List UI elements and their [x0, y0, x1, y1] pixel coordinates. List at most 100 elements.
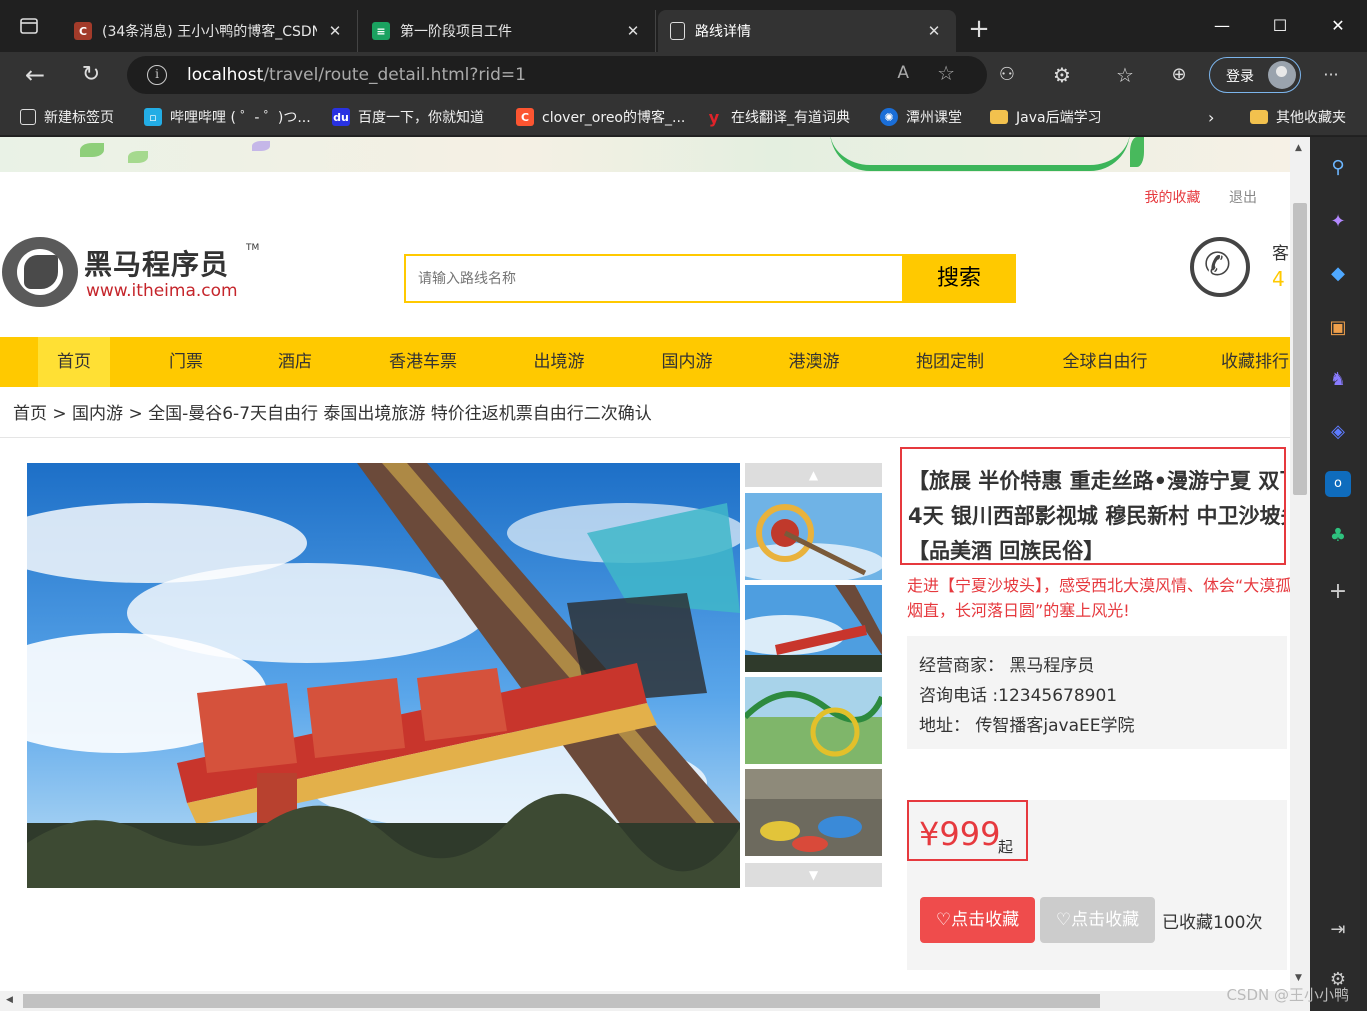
thumbnail-2[interactable]: [745, 585, 882, 672]
route-title: 【旅展 半价特惠 重走丝路•漫游宁夏 双飞4天 银川西部影视城 穆民新村 中卫沙…: [908, 469, 1286, 563]
nav-hk-macau[interactable]: 港澳游: [772, 337, 856, 387]
refresh-icon[interactable]: ↻: [76, 60, 106, 90]
tab-actions-icon[interactable]: [14, 14, 44, 44]
nav-hk-bus[interactable]: 香港车票: [378, 337, 468, 387]
address-bar[interactable]: i localhost/travel/route_detail.html?rid…: [127, 56, 987, 94]
new-tab-button[interactable]: +: [964, 14, 994, 44]
nav-hotel[interactable]: 酒店: [259, 337, 331, 387]
collections-icon[interactable]: ⊕: [1164, 60, 1194, 90]
vertical-scrollbar[interactable]: ▲ ▼: [1290, 137, 1310, 991]
seller-name: 经营商家： 黑马程序员: [919, 656, 1095, 676]
scroll-up-icon[interactable]: ▲: [1295, 143, 1302, 153]
tab-title: 路线详情: [695, 24, 751, 40]
my-favorites-link[interactable]: 我的收藏: [1145, 190, 1201, 206]
maximize-icon[interactable]: ☐: [1251, 0, 1309, 52]
tab-csdn[interactable]: C (34条消息) 王小小鸭的博客_CSDN博客 ✕: [62, 10, 358, 52]
close-icon[interactable]: ✕: [325, 22, 345, 40]
nav-tickets[interactable]: 门票: [150, 337, 222, 387]
banner-art: [830, 137, 1130, 171]
page-favicon-icon: [670, 22, 685, 40]
bookmark-other[interactable]: 其他收藏夹: [1250, 107, 1346, 127]
bookmark-label: 哔哩哔哩 ( ゜- ゜)つ...: [170, 110, 311, 126]
seller-address: 地址： 传智播客javaEE学院: [919, 716, 1135, 736]
more-menu-icon[interactable]: ···: [1316, 60, 1346, 90]
add-favorite-label: 点击收藏: [1071, 910, 1140, 930]
bilibili-icon: ▫: [144, 108, 162, 126]
tab-title: 第一阶段项目工件: [400, 24, 512, 40]
logout-link[interactable]: 退出: [1229, 190, 1257, 206]
nav-domestic[interactable]: 国内游: [645, 337, 729, 387]
outlook-icon[interactable]: o: [1325, 471, 1351, 497]
divider: [0, 437, 1290, 438]
close-icon[interactable]: ✕: [623, 22, 643, 40]
extensions-icon[interactable]: ⚙: [1047, 60, 1077, 90]
baidu-icon: du: [332, 108, 350, 126]
thumbnail-3[interactable]: [745, 677, 882, 764]
copilot-icon[interactable]: ✦: [1325, 209, 1351, 235]
thumbnail-1[interactable]: [745, 493, 882, 580]
nav-home[interactable]: 首页: [38, 337, 110, 387]
add-favorite-button-disabled[interactable]: ♡点击收藏: [1040, 897, 1155, 943]
add-favorite-icon[interactable]: ☆: [937, 61, 955, 85]
browser-tab-bar: C (34条消息) 王小小鸭的博客_CSDN博客 ✕ ≡ 第一阶段项目工件 ✕ …: [0, 0, 1367, 52]
search-input[interactable]: [406, 256, 902, 301]
games-icon[interactable]: ♞: [1325, 367, 1351, 393]
shopping-icon[interactable]: ◆: [1325, 261, 1351, 287]
horse-logo-icon: [2, 237, 78, 307]
bookmark-bilibili[interactable]: ▫ 哔哩哔哩 ( ゜- ゜)つ...: [144, 107, 311, 127]
add-favorite-button[interactable]: ♡点击收藏: [920, 897, 1035, 943]
read-aloud-icon[interactable]: A: [897, 63, 909, 83]
bookmark-java[interactable]: Java后端学习: [990, 107, 1102, 127]
main-nav: 首页 门票 酒店 香港车票 出境游 国内游 港澳游 抱团定制 全球自由行 收藏排…: [0, 337, 1290, 387]
nav-custom-group[interactable]: 抱团定制: [900, 337, 1000, 387]
search-icon[interactable]: ⚲: [1325, 155, 1351, 181]
tools-icon[interactable]: ▣: [1325, 315, 1351, 341]
search-button[interactable]: 搜索: [902, 254, 1016, 303]
drop-icon[interactable]: ♣: [1325, 523, 1351, 549]
price-box: ¥999 起: [907, 800, 1028, 861]
tanzhou-icon: ✺: [880, 108, 898, 126]
minimize-icon[interactable]: —: [1193, 0, 1251, 52]
favorites-icon[interactable]: ☆: [1110, 60, 1140, 90]
scroll-down-icon[interactable]: ▼: [1295, 973, 1302, 983]
tab-route-detail[interactable]: 路线详情 ✕: [658, 10, 956, 52]
thumb-up-button[interactable]: ▲: [745, 463, 882, 487]
nav-global-free[interactable]: 全球自由行: [1050, 337, 1160, 387]
nav-outbound[interactable]: 出境游: [517, 337, 601, 387]
scroll-left-icon[interactable]: ◀: [6, 995, 13, 1005]
youdao-icon: y: [708, 107, 720, 127]
back-icon[interactable]: ←: [20, 60, 50, 90]
site-info-icon[interactable]: i: [147, 65, 167, 85]
route-subtitle: 走进【宁夏沙坡头】，感受西北大漠风情、体会“大漠孤烟直，长河落日圆”的塞上风光!: [907, 576, 1290, 620]
bookmarks-bar: 新建标签页 ▫ 哔哩哔哩 ( ゜- ゜)つ... du 百度一下，你就知道 C …: [0, 98, 1367, 136]
scroll-thumb[interactable]: [23, 994, 1100, 1008]
thumbnail-4[interactable]: [745, 769, 882, 856]
profile-login-button[interactable]: 登录: [1209, 57, 1301, 93]
close-icon[interactable]: ✕: [924, 22, 944, 40]
site-logo[interactable]: 黑马程序员 TM www.itheima.com: [2, 235, 272, 307]
price-suffix: 起: [998, 838, 1014, 856]
nav-favorite-rank[interactable]: 收藏排行: [1210, 337, 1290, 387]
browser-essentials-icon[interactable]: ⚇: [992, 60, 1022, 90]
scroll-thumb[interactable]: [1293, 203, 1307, 495]
folder-icon: [990, 110, 1008, 124]
horizontal-scrollbar[interactable]: ◀: [0, 991, 1310, 1011]
thumb-down-button[interactable]: ▼: [745, 863, 882, 887]
seller-info: 经营商家： 黑马程序员 咨询电话 :12345678901 地址： 传智播客ja…: [907, 636, 1287, 749]
tab-project-docs[interactable]: ≡ 第一阶段项目工件 ✕: [360, 10, 656, 52]
bookmark-csdn[interactable]: C clover_oreo的博客_...: [516, 107, 685, 127]
bookmark-label: 其他收藏夹: [1276, 110, 1346, 126]
add-icon[interactable]: +: [1325, 579, 1351, 605]
address-url[interactable]: localhost/travel/route_detail.html?rid=1: [187, 65, 526, 85]
bookmark-label: 潭州课堂: [906, 110, 962, 126]
bookmark-new-tab[interactable]: 新建标签页: [20, 107, 114, 127]
chevron-right-icon[interactable]: ›: [1208, 107, 1214, 127]
top-banner: [0, 137, 1290, 172]
bookmark-label: 新建标签页: [44, 110, 114, 126]
hide-sidebar-icon[interactable]: ⇥: [1325, 917, 1351, 943]
close-window-icon[interactable]: ✕: [1309, 0, 1367, 52]
bookmark-tanzhou[interactable]: ✺ 潭州课堂: [880, 107, 962, 127]
bookmark-youdao[interactable]: y 在线翻译_有道词典: [705, 107, 850, 127]
microsoft365-icon[interactable]: ◈: [1325, 419, 1351, 445]
bookmark-baidu[interactable]: du 百度一下，你就知道: [332, 107, 484, 127]
